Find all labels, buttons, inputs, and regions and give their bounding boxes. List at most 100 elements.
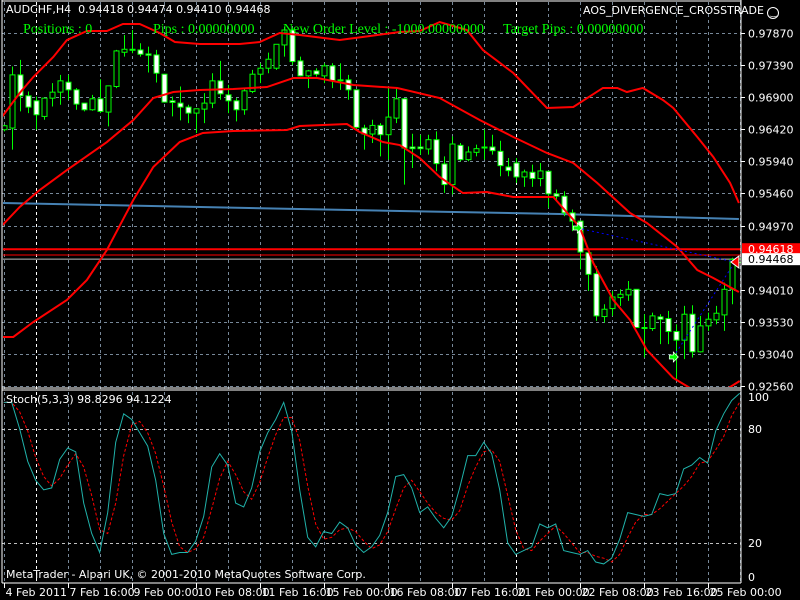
bear-candle-body [329,65,336,82]
bear-candle-body [657,316,664,320]
bear-candle-body [81,102,88,111]
target-pips-status: Target Pips : 0.00000000 [503,22,644,37]
candle [97,79,104,114]
time-tick-label: 9 Feb 00:00 [134,586,199,599]
bear-candle-body [545,170,552,195]
price-tick-label: 0.93530 [748,317,794,330]
bear-candle-body [161,73,168,103]
time-tick-label: 11 Feb 16:00 [262,586,334,599]
stoch-indicator-label[interactable]: Stoch(5,3,3) 98.8296 94.1224 [6,394,172,406]
bull-candle-body [425,139,432,150]
stoch-main-line [3,392,741,565]
bull-candle-body [601,308,608,318]
bear-candle-body [153,54,160,74]
candle [41,97,48,120]
bull-candle-body [105,85,112,113]
time-tick-label: 15 Feb 00:00 [326,586,398,599]
bear-candle-body [25,95,32,108]
stoch-tick-label: 80 [748,423,762,436]
candle [57,74,64,105]
candle [433,131,440,172]
bear-candle-body [169,100,176,103]
candle [705,312,712,331]
price-tick-label: 0.96900 [748,92,794,105]
candle [681,305,688,360]
candle [353,89,360,130]
bear-candle-body [673,331,680,341]
bull-candle-body [305,70,312,77]
candle [617,289,624,306]
candle [665,310,672,345]
ohlc-values: 0.94418 0.94474 0.94410 0.94468 [78,3,271,16]
bull-candle-body [649,315,656,330]
bear-candle-body [401,98,408,149]
divergence-line [577,227,736,263]
bear-candle-body [665,318,672,333]
time-tick-label: 25 Feb 00:00 [710,586,782,599]
bull-candle-body [617,293,624,299]
price-tick-label: 0.97870 [748,28,794,41]
price-tick-label: 0.94010 [748,285,794,298]
expert-advisor-label[interactable]: AOS_DIVERGENCE_CROSSTRADE ‿ [583,4,780,19]
bear-candle-body [593,273,600,317]
bear-candle-body [233,100,240,111]
time-tick-label: 10 Feb 08:00 [198,586,270,599]
candle [249,69,256,94]
candle [113,49,120,89]
candle [497,140,504,177]
bull-candle-body [41,97,48,117]
stoch-signal-line [3,401,741,563]
bull-candle-body [273,43,280,69]
candle [105,85,112,127]
time-tick-label: 7 Feb 16:00 [70,586,135,599]
bull-candle-body [385,116,392,136]
bear-candle-body [529,171,536,180]
candle [313,68,320,77]
price-tick-label: 0.94970 [748,221,794,234]
chart-header: AUDCHF,H4 0.94418 0.94474 0.94410 0.9446… [6,4,271,16]
time-tick-label: 22 Feb 08:00 [582,586,654,599]
bull-candle-body [209,80,216,104]
candle [233,98,240,122]
bull-candle-body [49,91,56,99]
bear-candle-body [409,146,416,150]
bear-candle-body [553,193,560,197]
price-tick-label: 0.93040 [748,349,794,362]
candle [457,143,464,162]
bear-candle-body [633,288,640,329]
chart-canvas[interactable]: 0.97870 0.97390 0.96900 0.96420 0.95940 0.954… [0,0,800,600]
candle [409,133,416,168]
candle [241,88,248,115]
bull-candle-body [713,312,720,321]
candle [481,129,488,160]
candle [417,134,424,155]
stoch-tick-label: 0 [748,571,755,584]
candle [641,314,648,358]
price-tick-label: 0.95940 [748,156,794,169]
bear-candle-body [489,146,496,152]
bear-candle-body [313,70,320,75]
candle [657,314,664,345]
candle [361,124,368,150]
bear-candle-body [641,327,648,330]
candle [345,74,352,100]
bull-candle-body [257,67,264,75]
candle [337,63,344,90]
candle [545,170,552,208]
candle [529,164,536,187]
expert-name: AOS_DIVERGENCE_CROSSTRADE [583,4,764,17]
candle [273,43,280,70]
stoch-tick-label: 20 [748,537,762,550]
copyright-footer: MetaTrader - Alpari UK, © 2001-2010 Meta… [6,568,366,581]
bull-candle-body [697,325,704,353]
candle [505,157,512,177]
band-lower-line [3,122,741,387]
smiley-face-icon: ‿ [767,7,780,19]
bear-candle-body [65,81,72,91]
bear-candle-body [481,146,488,149]
candle [121,34,128,57]
bull-candle-body [721,288,728,316]
bear-candle-body [177,102,184,108]
bear-candle-body [217,80,224,95]
candle [489,134,496,155]
